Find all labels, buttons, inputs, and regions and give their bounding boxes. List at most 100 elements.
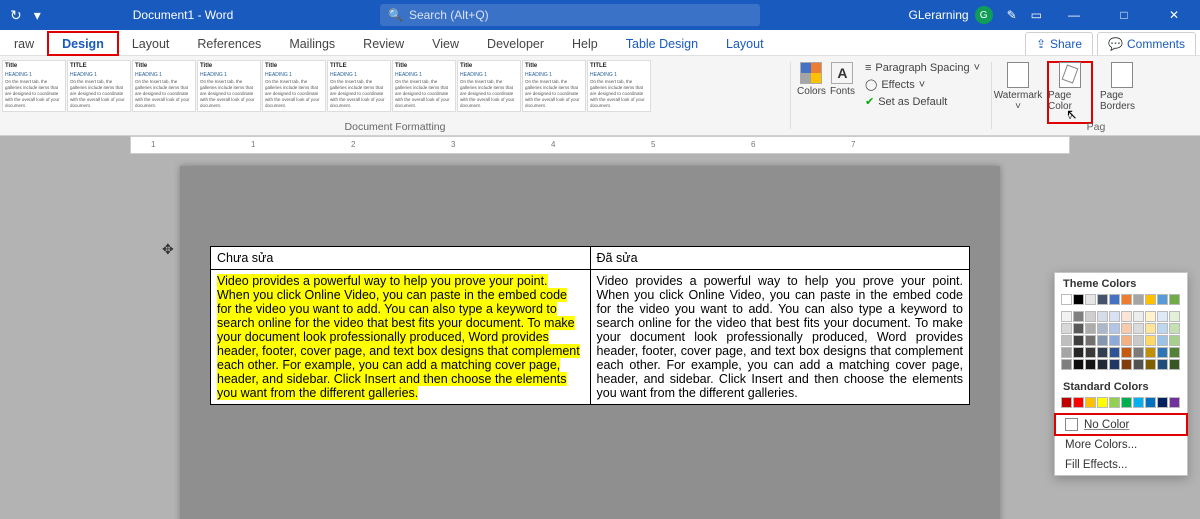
color-swatch[interactable] <box>1133 335 1144 346</box>
color-swatch[interactable] <box>1133 397 1144 408</box>
theme-preset[interactable]: TitleHEADING 1On the Insert tab, the gal… <box>132 60 196 112</box>
page-borders-button[interactable]: Page Borders <box>1100 62 1144 112</box>
color-swatch[interactable] <box>1133 347 1144 358</box>
color-swatch[interactable] <box>1169 294 1180 305</box>
color-swatch[interactable] <box>1097 311 1108 322</box>
color-swatch[interactable] <box>1169 359 1180 370</box>
share-button[interactable]: ⇪Share <box>1025 32 1093 55</box>
theme-preset[interactable]: TitleHEADING 1On the Insert tab, the gal… <box>392 60 456 112</box>
color-swatch[interactable] <box>1169 323 1180 334</box>
color-swatch[interactable] <box>1109 397 1120 408</box>
color-swatch[interactable] <box>1169 335 1180 346</box>
color-swatch[interactable] <box>1061 335 1072 346</box>
color-swatch[interactable] <box>1121 311 1132 322</box>
color-swatch[interactable] <box>1133 311 1144 322</box>
color-swatch[interactable] <box>1157 323 1168 334</box>
tab-review[interactable]: Review <box>349 32 418 55</box>
comments-button[interactable]: 💬Comments <box>1097 32 1196 55</box>
color-swatch[interactable] <box>1061 323 1072 334</box>
no-color-item[interactable]: No Color <box>1055 414 1187 435</box>
theme-preset[interactable]: TitleHEADING 1On the Insert tab, the gal… <box>457 60 521 112</box>
tab-view[interactable]: View <box>418 32 473 55</box>
color-swatch[interactable] <box>1157 397 1168 408</box>
tab-developer[interactable]: Developer <box>473 32 558 55</box>
color-swatch[interactable] <box>1109 359 1120 370</box>
tab-design[interactable]: Design <box>48 32 118 55</box>
color-swatch[interactable] <box>1109 294 1120 305</box>
autosave-toggle-icon[interactable]: ↻ <box>10 7 22 24</box>
theme-preset[interactable]: TitleHEADING 1On the Insert tab, the gal… <box>522 60 586 112</box>
color-swatch[interactable] <box>1061 397 1072 408</box>
color-swatch[interactable] <box>1085 347 1096 358</box>
watermark-button[interactable]: Watermark ˅ <box>996 62 1040 112</box>
highlighted-text[interactable]: Video provides a powerful way to help yo… <box>217 274 580 400</box>
color-swatch[interactable] <box>1073 311 1084 322</box>
theme-preset[interactable]: TitleHEADING 1On the Insert tab, the gal… <box>2 60 66 112</box>
color-swatch[interactable] <box>1157 294 1168 305</box>
color-swatch[interactable] <box>1157 311 1168 322</box>
color-swatch[interactable] <box>1097 347 1108 358</box>
color-swatch[interactable] <box>1085 335 1096 346</box>
ribbon-display-icon[interactable]: ▭ <box>1031 8 1042 22</box>
color-swatch[interactable] <box>1121 335 1132 346</box>
table-header-right[interactable]: Đã sửa <box>590 247 970 270</box>
color-swatch[interactable] <box>1121 323 1132 334</box>
colors-button[interactable]: Colors <box>797 62 826 97</box>
color-swatch[interactable] <box>1073 335 1084 346</box>
color-swatch[interactable] <box>1073 359 1084 370</box>
paragraph-spacing-button[interactable]: ≡Paragraph Spacing ˅ <box>865 62 987 74</box>
tab-layout[interactable]: Layout <box>118 32 184 55</box>
color-swatch[interactable] <box>1121 294 1132 305</box>
color-swatch[interactable] <box>1133 294 1144 305</box>
page-color-button[interactable]: Page Color ˅ ↖ <box>1048 62 1092 123</box>
minimize-button[interactable]: — <box>1056 8 1092 22</box>
theme-preset[interactable]: TitleHEADING 1On the Insert tab, the gal… <box>262 60 326 112</box>
horizontal-ruler[interactable]: 11234567 <box>130 136 1070 154</box>
color-swatch[interactable] <box>1145 397 1156 408</box>
theme-preset[interactable]: TitleHEADING 1On the Insert tab, the gal… <box>197 60 261 112</box>
effects-button[interactable]: ◯Effects ˅ <box>865 78 987 91</box>
color-swatch[interactable] <box>1085 311 1096 322</box>
color-swatch[interactable] <box>1085 397 1096 408</box>
color-swatch[interactable] <box>1157 347 1168 358</box>
table-move-handle-icon[interactable]: ✥ <box>162 241 174 258</box>
color-swatch[interactable] <box>1061 311 1072 322</box>
table-header-left[interactable]: Chưa sửa <box>211 247 591 270</box>
page[interactable]: ✥ Chưa sửa Đã sửa Video provides a power… <box>180 166 1000 519</box>
color-swatch[interactable] <box>1109 335 1120 346</box>
tab-references[interactable]: References <box>183 32 275 55</box>
color-swatch[interactable] <box>1133 359 1144 370</box>
color-swatch[interactable] <box>1061 347 1072 358</box>
color-swatch[interactable] <box>1097 323 1108 334</box>
color-swatch[interactable] <box>1145 347 1156 358</box>
search-box[interactable]: 🔍 Search (Alt+Q) <box>380 4 760 26</box>
tab-help[interactable]: Help <box>558 32 612 55</box>
themes-gallery[interactable]: TitleHEADING 1On the Insert tab, the gal… <box>0 56 790 119</box>
color-swatch[interactable] <box>1073 294 1084 305</box>
close-button[interactable]: ✕ <box>1156 8 1192 22</box>
fill-effects-item[interactable]: Fill Effects... <box>1055 455 1187 475</box>
color-swatch[interactable] <box>1109 311 1120 322</box>
color-swatch[interactable] <box>1169 347 1180 358</box>
color-swatch[interactable] <box>1109 347 1120 358</box>
tab-draw[interactable]: raw <box>0 32 48 55</box>
color-swatch[interactable] <box>1073 347 1084 358</box>
color-swatch[interactable] <box>1121 359 1132 370</box>
color-swatch[interactable] <box>1145 359 1156 370</box>
tab-mailings[interactable]: Mailings <box>275 32 349 55</box>
color-swatch[interactable] <box>1085 294 1096 305</box>
account-button[interactable]: GLerarning G <box>909 6 993 24</box>
color-swatch[interactable] <box>1061 294 1072 305</box>
color-swatch[interactable] <box>1145 311 1156 322</box>
color-swatch[interactable] <box>1145 294 1156 305</box>
color-swatch[interactable] <box>1145 335 1156 346</box>
fonts-button[interactable]: A Fonts <box>830 62 855 97</box>
maximize-button[interactable]: □ <box>1106 8 1142 22</box>
color-swatch[interactable] <box>1121 347 1132 358</box>
pen-icon[interactable]: ✎ <box>1007 8 1017 22</box>
theme-preset[interactable]: TITLEHEADING 1On the Insert tab, the gal… <box>67 60 131 112</box>
color-swatch[interactable] <box>1121 397 1132 408</box>
color-swatch[interactable] <box>1133 323 1144 334</box>
color-swatch[interactable] <box>1109 323 1120 334</box>
more-colors-item[interactable]: More Colors... <box>1055 435 1187 455</box>
